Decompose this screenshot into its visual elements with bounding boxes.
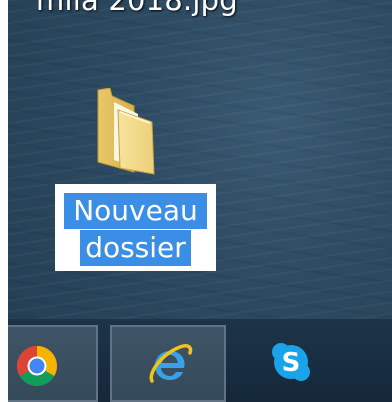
folder-label-line1: Nouveau (64, 193, 207, 229)
internet-explorer-icon (149, 344, 193, 383)
taskbar-chrome-button[interactable] (8, 325, 98, 402)
chrome-icon (17, 346, 57, 386)
desktop-background: mila 2018.jpg Nouveau dossier S (8, 0, 392, 402)
desktop-icon-label-previous[interactable]: mila 2018.jpg (36, 0, 238, 17)
taskbar-skype-button[interactable]: S (234, 325, 344, 402)
skype-icon: S (272, 343, 310, 381)
folder-label-line2: dossier (80, 230, 191, 266)
folder-icon[interactable] (94, 87, 160, 176)
taskbar: S (8, 319, 392, 402)
taskbar-ie-button[interactable] (110, 325, 226, 402)
folder-label-selection[interactable]: Nouveau dossier (55, 184, 216, 271)
svg-text:S: S (282, 348, 301, 378)
